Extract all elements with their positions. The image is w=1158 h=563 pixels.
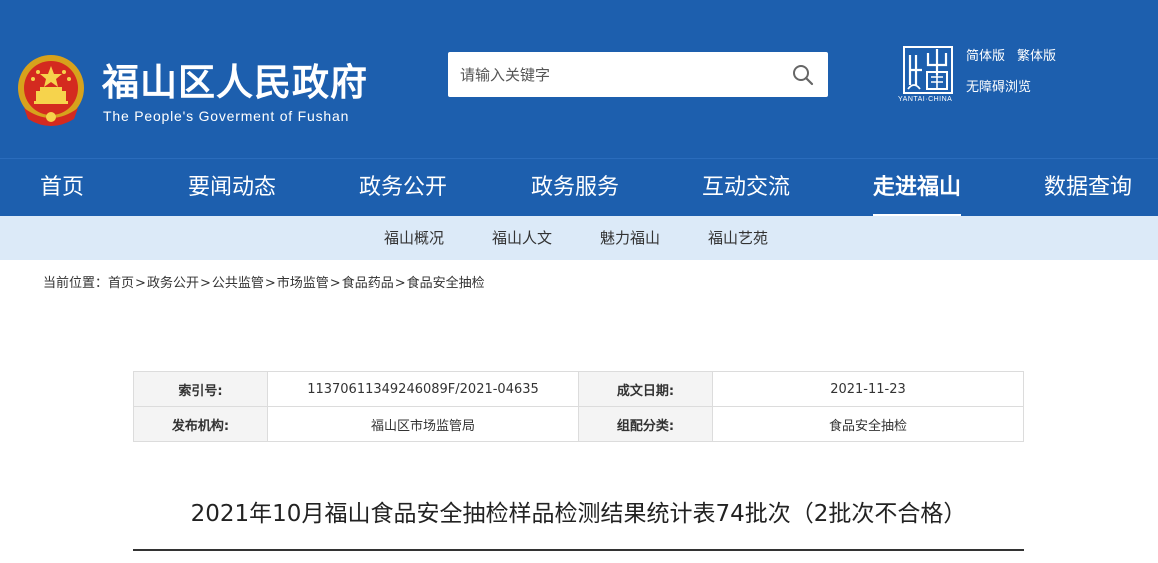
breadcrumb-item-public-supervision[interactable]: 公共监管 <box>212 276 264 291</box>
subnav-item-culture[interactable]: 福山人文 <box>492 216 552 260</box>
subnav-item-overview[interactable]: 福山概况 <box>384 216 444 260</box>
subnav-item-charm[interactable]: 魅力福山 <box>600 216 660 260</box>
language-links: 简体版 繁体版 <box>966 45 1068 64</box>
nav-item-news[interactable]: 要闻动态 <box>188 159 276 217</box>
publisher-value: 福山区市场监管局 <box>267 406 579 442</box>
accessibility-link[interactable]: 无障碍浏览 <box>966 76 1031 95</box>
breadcrumb-item-food-drug[interactable]: 食品药品 <box>342 276 394 291</box>
index-value: 11370611349246089F/2021-04635 <box>267 371 579 407</box>
index-label: 索引号: <box>133 371 268 407</box>
yantai-logo-caption: YANTAI·CHINA <box>898 96 953 103</box>
breadcrumb-separator: > <box>135 276 146 291</box>
yantai-logo-icon[interactable] <box>902 45 954 103</box>
document-info-table: 索引号: 11370611349246089F/2021-04635 成文日期:… <box>133 371 1024 442</box>
category-value: 食品安全抽检 <box>712 406 1024 442</box>
main-nav: 首页 要闻动态 政务公开 政务服务 互动交流 走进福山 数据查询 <box>0 158 1158 217</box>
nav-item-services[interactable]: 政务服务 <box>531 159 619 217</box>
search-icon[interactable] <box>792 64 814 86</box>
nav-item-public-affairs[interactable]: 政务公开 <box>359 159 447 217</box>
breadcrumb-separator: > <box>264 276 276 291</box>
search-box <box>448 52 828 97</box>
nav-item-home[interactable]: 首页 <box>40 159 84 217</box>
breadcrumb-item-market-supervision[interactable]: 市场监管 <box>277 276 329 291</box>
site-title[interactable]: 福山区人民政府 <box>102 60 368 106</box>
site-subtitle: The People's Goverment of Fushan <box>103 108 350 124</box>
breadcrumb-item-food-safety-sampling[interactable]: 食品安全抽检 <box>407 276 485 291</box>
table-row: 索引号: 11370611349246089F/2021-04635 成文日期:… <box>133 371 1024 407</box>
traditional-chinese-link[interactable]: 繁体版 <box>1017 49 1056 64</box>
table-row: 发布机构: 福山区市场监管局 组配分类: 食品安全抽检 <box>133 406 1024 442</box>
nav-item-data-query[interactable]: 数据查询 <box>1044 159 1132 217</box>
simplified-chinese-link[interactable]: 简体版 <box>966 49 1005 64</box>
breadcrumb-separator: > <box>394 276 406 291</box>
nav-item-interaction[interactable]: 互动交流 <box>702 159 790 217</box>
breadcrumb-prefix: 当前位置： <box>43 276 109 291</box>
article-title: 2021年10月福山食品安全抽检样品检测结果统计表74批次（2批次不合格） <box>190 501 967 527</box>
site-header: 福山区人民政府 The People's Goverment of Fushan… <box>0 0 1158 158</box>
subnav-item-arts[interactable]: 福山艺苑 <box>708 216 768 260</box>
breadcrumb-separator: > <box>199 276 211 291</box>
category-label: 组配分类: <box>578 406 713 442</box>
publisher-label: 发布机构: <box>133 406 268 442</box>
nav-item-about-fushan[interactable]: 走进福山 <box>873 159 962 217</box>
search-input[interactable] <box>448 52 778 97</box>
sub-nav: 福山概况 福山人文 魅力福山 福山艺苑 <box>0 216 1158 260</box>
breadcrumb: 当前位置：首页>政务公开>公共监管>市场监管>食品药品>食品安全抽检 <box>43 272 485 291</box>
date-label: 成文日期: <box>578 371 713 407</box>
nav-item-label: 走进福山 <box>873 175 962 200</box>
date-value: 2021-11-23 <box>712 371 1024 407</box>
national-emblem-icon[interactable] <box>16 53 86 127</box>
title-divider <box>133 549 1024 551</box>
breadcrumb-item-public-affairs[interactable]: 政务公开 <box>147 276 199 291</box>
breadcrumb-item-home[interactable]: 首页 <box>108 276 134 291</box>
breadcrumb-separator: > <box>329 276 341 291</box>
